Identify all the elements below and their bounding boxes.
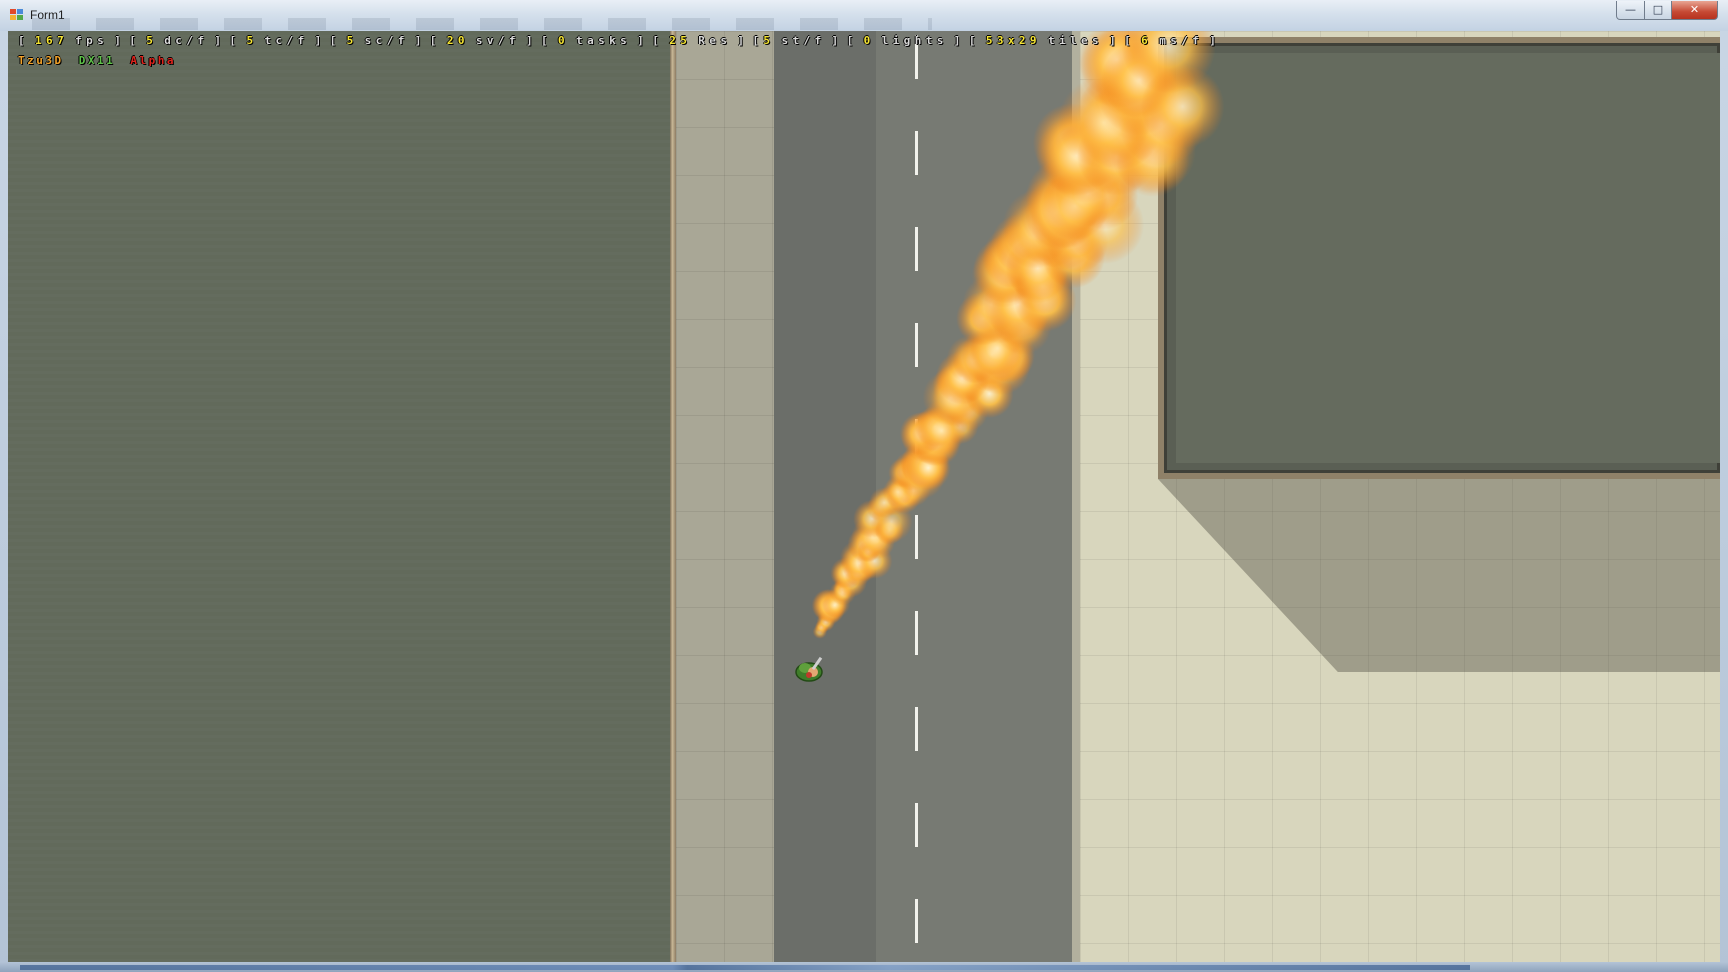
hud-stat-value: 6 <box>1141 34 1153 47</box>
hud-bracket: ] <box>831 34 843 47</box>
hud-stat: [5 tc/f] <box>229 34 325 47</box>
hud-stat-value: 5 <box>346 34 358 47</box>
hud-bracket: [ <box>752 34 764 47</box>
hud-stat: [0 lights] <box>847 34 965 47</box>
engine-name: Tzu3D <box>18 54 64 67</box>
graphics-api: DX11 <box>78 54 116 67</box>
hud-bracket: [ <box>18 34 30 47</box>
hud-stat-unit: tasks <box>576 34 632 47</box>
hud-stat-unit: ms/f <box>1159 34 1204 47</box>
hud-bracket: ] <box>214 34 226 47</box>
hud-stat-unit: Res <box>698 34 732 47</box>
build-stage: Alpha <box>130 54 176 67</box>
hud-bracket: ] <box>953 34 965 47</box>
hud-stat: [5 dc/f] <box>129 34 225 47</box>
hud-stats-bar: [167 fps][5 dc/f][5 tc/f][5 sc/f][20 sv/f][0 t… <box>18 34 1224 47</box>
maximize-button[interactable]: □ <box>1644 1 1672 20</box>
hud-bracket: [ <box>968 34 980 47</box>
hud-stat-value: 5 <box>763 34 775 47</box>
close-button[interactable]: ✕ <box>1671 1 1718 20</box>
ghost-toolbar <box>32 18 932 30</box>
hud-bracket: [ <box>540 34 553 47</box>
flame-puffs <box>811 31 1225 639</box>
hud-stat-unit: tc/f <box>264 34 309 47</box>
hud-bracket: [ <box>846 34 858 47</box>
minimize-button[interactable]: — <box>1616 1 1645 20</box>
hud-stat-value: 53x29 <box>985 34 1041 47</box>
hud-stat-value: 20 <box>446 34 469 47</box>
hud-bracket: [ <box>652 34 664 47</box>
hud-bracket: ] <box>1209 34 1221 47</box>
hud-bracket: [ <box>229 34 241 47</box>
hud-stat-value: 167 <box>35 34 69 47</box>
hud-stat-unit: tiles <box>1047 34 1104 47</box>
app-icon <box>10 9 23 21</box>
hud-bracket: ] <box>637 34 649 47</box>
hud-bracket: ] <box>737 34 749 47</box>
hud-bracket: [ <box>429 34 441 47</box>
hud-stat-value: 0 <box>863 34 875 47</box>
hud-stat: [167 fps] <box>18 34 125 47</box>
soldier-flamethrower-icon <box>795 656 823 682</box>
hud-stat-unit: lights <box>881 34 948 47</box>
taskbar-strip <box>20 965 1470 970</box>
hud-stat: [5 sc/f] <box>330 34 426 47</box>
hud-stat-value: 5 <box>246 34 258 47</box>
hud-engine-info: Tzu3D DX11 Alpha <box>18 54 176 67</box>
game-viewport[interactable]: [167 fps][5 dc/f][5 tc/f][5 sc/f][20 sv/f][0 t… <box>8 31 1720 962</box>
hud-stat-value: 25 <box>669 34 692 47</box>
hud-stat: [53x29 tiles] <box>969 34 1120 47</box>
hud-bracket: ] <box>1109 34 1121 47</box>
hud-stat: [20 sv/f] <box>430 34 537 47</box>
hud-stat-unit: sc/f <box>364 34 409 47</box>
hud-bracket: ] <box>414 34 426 47</box>
hud-bracket: ] <box>114 34 126 47</box>
hud-stat-unit: sv/f <box>475 34 520 47</box>
hud-stat-unit: dc/f <box>164 34 209 47</box>
app-window: Form1 — □ ✕ [167 fps] [5 dc/f] [5 t… <box>0 0 1728 972</box>
hud-stat: [6 ms/f] <box>1124 34 1220 47</box>
hud-stat: [25 Res] <box>652 34 748 47</box>
flame-stream-effect <box>811 31 1225 639</box>
hud-bracket: [ <box>329 34 341 47</box>
hud-stat-unit: fps <box>75 34 109 47</box>
hud-bracket: [ <box>1124 34 1136 47</box>
title-bar[interactable]: Form1 — □ ✕ <box>0 0 1728 31</box>
hud-bracket: [ <box>129 34 141 47</box>
hud-stat-value: 5 <box>146 34 158 47</box>
hud-bracket: ] <box>314 34 326 47</box>
hud-stat: [0 tasks] <box>541 34 648 47</box>
hud-stat-unit: st/f <box>781 34 826 47</box>
hud-bracket: ] <box>525 34 537 47</box>
hud-stat: [5 st/f] <box>752 34 842 47</box>
hud-stat-value: 0 <box>558 34 570 47</box>
